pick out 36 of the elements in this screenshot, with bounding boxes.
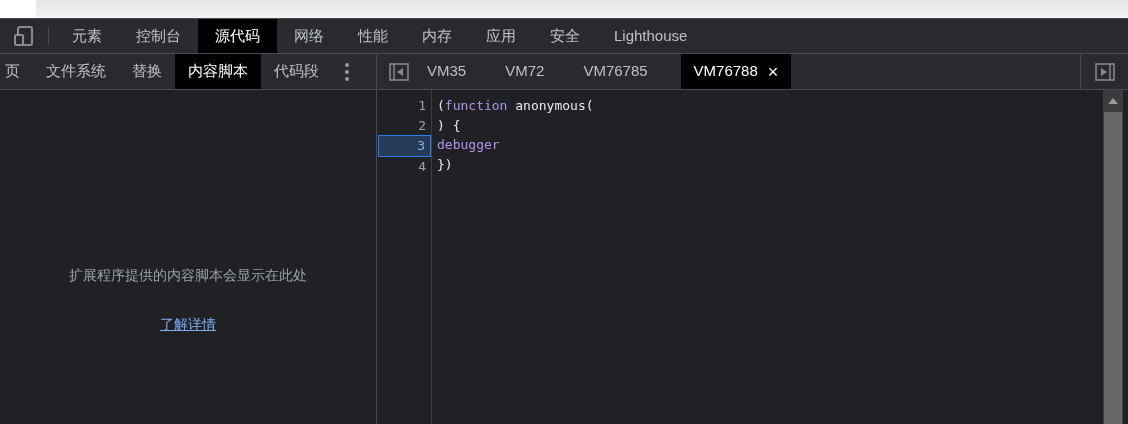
tab[interactable]: 代码段 — [261, 54, 332, 89]
line-number[interactable]: 2 — [377, 115, 431, 135]
more-icon[interactable] — [344, 61, 350, 82]
tab[interactable]: 网络 — [277, 19, 341, 53]
scrollbar[interactable] — [1103, 90, 1123, 424]
toggle-debugger-icon[interactable] — [1094, 62, 1115, 81]
tab[interactable]: 性能 — [341, 19, 405, 53]
toggle-navigator-icon[interactable] — [389, 62, 409, 81]
tab[interactable]: VM76788 × — [680, 54, 792, 89]
tab[interactable]: VM35 — [421, 54, 500, 89]
tab[interactable]: 安全 — [533, 19, 597, 53]
tab[interactable]: 页 — [0, 54, 33, 89]
line-number[interactable]: 1 — [377, 96, 431, 116]
tab[interactable]: Lighthouse — [597, 19, 705, 53]
tab[interactable]: VM72 — [499, 54, 578, 89]
code-line: }) — [437, 155, 454, 174]
tab[interactable]: 替换 — [119, 54, 175, 89]
scroll-up-icon[interactable] — [1108, 98, 1118, 104]
tab[interactable]: 内存 — [405, 19, 469, 53]
code-line: debugger — [437, 136, 501, 154]
code-line: ) { — [437, 116, 462, 135]
device-toggle-icon[interactable] — [13, 25, 35, 47]
scrollbar-thumb[interactable] — [1104, 112, 1122, 424]
empty-message: 扩展程序提供的内容脚本会显示在此处 — [69, 266, 307, 285]
line-number[interactable]: 3 — [378, 135, 431, 157]
close-icon[interactable]: × — [767, 62, 779, 81]
tab[interactable]: 应用 — [469, 19, 533, 53]
tab[interactable]: 文件系统 — [33, 54, 119, 89]
tab[interactable]: 控制台 — [119, 19, 198, 53]
tab[interactable]: 元素 — [55, 19, 119, 53]
tab[interactable]: VM76785 — [577, 54, 681, 89]
tab[interactable]: 内容脚本 — [175, 54, 261, 89]
code-line: (function anonymous( — [437, 97, 595, 115]
tab[interactable]: 源代码 — [198, 19, 277, 53]
learn-more-link[interactable]: 了解详情 — [160, 314, 216, 335]
line-number[interactable]: 4 — [377, 156, 431, 176]
